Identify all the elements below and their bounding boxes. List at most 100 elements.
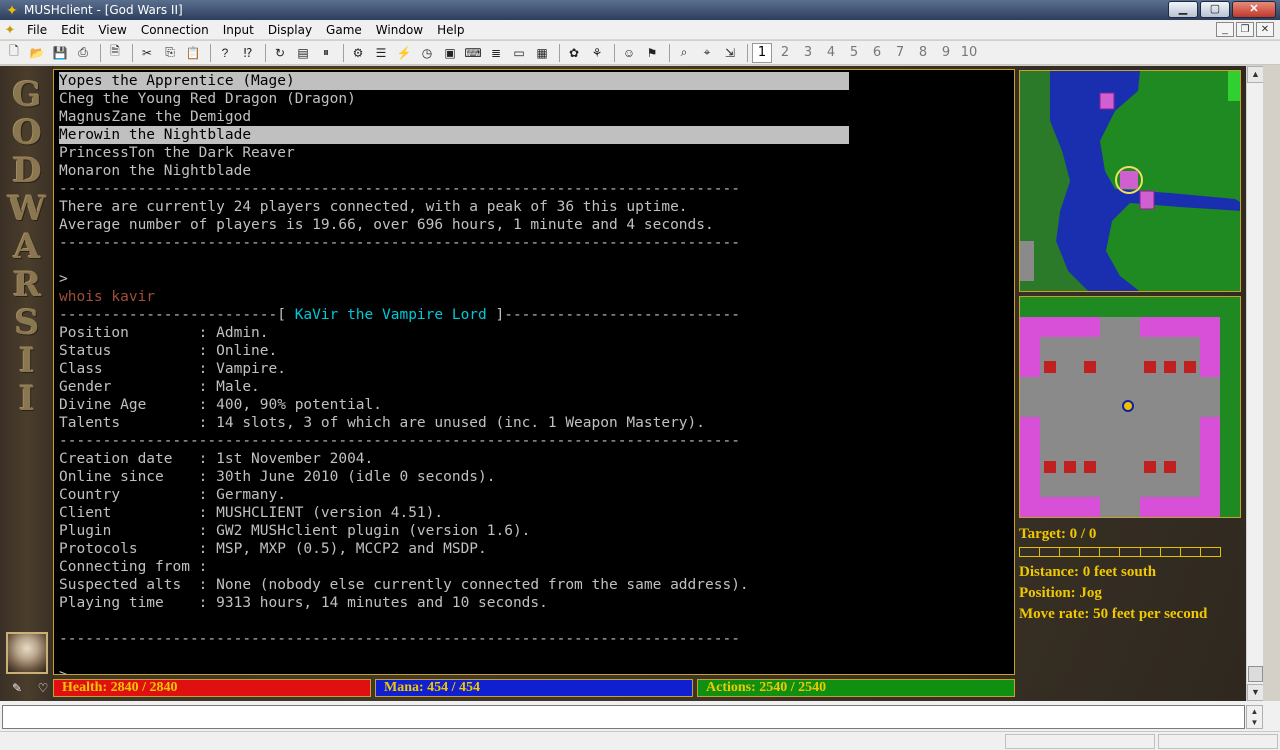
header-dashes: -------------------------[ (59, 307, 295, 323)
mdi-controls: _ ❐ ✕ (1216, 22, 1274, 37)
logo-letter: A (13, 227, 41, 267)
character-portrait[interactable] (6, 632, 48, 674)
table-icon[interactable]: ▦ (532, 43, 552, 63)
pause-icon[interactable]: ⏸ (316, 43, 336, 63)
terminal-line: Client : MUSHCLIENT (version 4.51). (59, 505, 444, 521)
mdi-close-button[interactable]: ✕ (1256, 22, 1274, 37)
reconnect-icon[interactable]: ↻ (270, 43, 290, 63)
scroll-icon[interactable]: ✎ (8, 679, 26, 697)
context-help-icon[interactable]: ⁉ (238, 43, 258, 63)
cut-icon[interactable]: ✂ (137, 43, 157, 63)
menu-input[interactable]: Input (216, 23, 261, 37)
macros-icon[interactable]: ⌨ (463, 43, 483, 63)
terminal-line: > (59, 271, 68, 287)
input-scroll-spinner[interactable]: ▲ ▼ (1246, 705, 1263, 729)
world-tab-3[interactable]: 3 (798, 43, 818, 63)
terminal-line: Creation date : 1st November 2004. (59, 451, 374, 467)
output-icon[interactable]: ▣ (440, 43, 460, 63)
aliases-icon[interactable]: ☰ (371, 43, 391, 63)
activity-icon[interactable]: ☺ (619, 43, 639, 63)
menu-view[interactable]: View (91, 23, 133, 37)
menu-edit[interactable]: Edit (54, 23, 91, 37)
terminal-line: ----------------------------------------… (59, 181, 740, 197)
logo-letter: G (12, 75, 42, 115)
scroll-up-button[interactable]: ▲ (1247, 66, 1264, 83)
toolbar-separator (559, 43, 560, 62)
scripts-icon[interactable]: ⚘ (587, 43, 607, 63)
player-name: KaVir the Vampire Lord (294, 307, 487, 323)
menu-file[interactable]: File (20, 23, 54, 37)
world-tab-8[interactable]: 8 (913, 43, 933, 63)
timers-icon[interactable]: ◷ (417, 43, 437, 63)
open-folder-icon[interactable]: 📂 (27, 43, 47, 63)
game-window: GOD WARS IIGODWARSII Yopes the Apprentic… (0, 66, 1246, 701)
logo-letter: I (19, 379, 35, 419)
heart-icon: ♡ (37, 681, 49, 695)
mdi-minimize-button[interactable]: _ (1216, 22, 1234, 37)
god-wars-logo: GOD WARS IIGODWARSII (4, 76, 50, 526)
close-button[interactable]: ✕ (1232, 1, 1276, 18)
go-to-line-icon[interactable]: ⇲ (720, 43, 740, 63)
logo-letter: I (19, 341, 35, 381)
terminal-output[interactable]: Yopes the Apprentice (Mage) Cheg the Youn… (53, 69, 1015, 675)
terminal-line: Plugin : GW2 MUSHclient plugin (version … (59, 523, 531, 539)
print-icon[interactable]: ⎙ (73, 43, 93, 63)
terminal-line: Gender : Male. (59, 379, 260, 395)
toolbar-separator (132, 43, 133, 62)
scroll-down-button[interactable]: ▼ (1247, 684, 1264, 701)
status-pane (1005, 734, 1155, 749)
app-icon[interactable]: ✦ (4, 2, 20, 18)
paste-icon[interactable]: 📋 (183, 43, 203, 63)
world-minimap[interactable] (1019, 70, 1241, 292)
scroll-thumb[interactable] (1248, 666, 1263, 682)
terminal-line: ----------------------------------------… (59, 433, 740, 449)
world-tab-7[interactable]: 7 (890, 43, 910, 63)
terminal-line: Merowin the Nightblade (59, 126, 849, 144)
copy-icon[interactable]: ⎘ (160, 43, 180, 63)
menu-connection[interactable]: Connection (134, 23, 216, 37)
log-icon[interactable]: ▤ (293, 43, 313, 63)
world-tab-1[interactable]: 1 (752, 42, 772, 63)
terminal-line: Position : Admin. (59, 325, 269, 341)
actions-bar: Actions: 2540 / 2540 (697, 679, 1015, 697)
command-input[interactable] (2, 705, 1245, 729)
mapper-icon[interactable]: ⚑ (642, 43, 662, 63)
world-tab-5[interactable]: 5 (844, 43, 864, 63)
menu-game[interactable]: Game (319, 23, 369, 37)
maximize-button[interactable]: ▢ (1200, 1, 1230, 18)
window-edge (1263, 66, 1280, 701)
minimize-button[interactable]: ▁ (1168, 1, 1198, 18)
terminal-line: Talents : 14 slots, 3 of which are unuse… (59, 415, 706, 431)
world-tab-2[interactable]: 2 (775, 43, 795, 63)
health-label: Health: 2840 / 2840 (62, 680, 178, 695)
menu-window[interactable]: Window (369, 23, 430, 37)
room-map[interactable] (1019, 296, 1241, 518)
new-document-icon[interactable]: 🗋 (4, 43, 24, 63)
logo-letter: O (12, 113, 42, 153)
world-tab-9[interactable]: 9 (936, 43, 956, 63)
mdi-restore-button[interactable]: ❐ (1236, 22, 1254, 37)
world-tab-6[interactable]: 6 (867, 43, 887, 63)
plugins-icon[interactable]: ✿ (564, 43, 584, 63)
save-icon[interactable]: 💾 (50, 43, 70, 63)
mdi-world-icon[interactable]: ✦ (0, 22, 20, 38)
menu-help[interactable]: Help (430, 23, 471, 37)
triggers-icon[interactable]: ⚡ (394, 43, 414, 63)
output-scrollbar[interactable]: ▲ ▼ (1246, 66, 1264, 701)
menu-bar: ✦ File Edit View Connection Input Displa… (0, 20, 1280, 40)
print-preview-icon[interactable]: 🗎 (105, 43, 125, 63)
toolbar-separator (100, 43, 101, 62)
target-bar (1019, 547, 1221, 557)
menu-display[interactable]: Display (261, 23, 319, 37)
find-again-icon[interactable]: ⌖ (697, 43, 717, 63)
variables-icon[interactable]: ≣ (486, 43, 506, 63)
world-minimap-svg (1020, 71, 1240, 291)
terminal-line: MagnusZane the Demigod (59, 109, 252, 125)
help-icon[interactable]: ? (215, 43, 235, 63)
world-config-icon[interactable]: ⚙ (348, 43, 368, 63)
world-tab-4[interactable]: 4 (821, 43, 841, 63)
find-icon[interactable]: ⌕ (674, 43, 694, 63)
world-tab-10[interactable]: 10 (959, 43, 979, 63)
notepad-icon[interactable]: ▭ (509, 43, 529, 63)
terminal-line: Suspected alts : None (nobody else curre… (59, 577, 749, 593)
